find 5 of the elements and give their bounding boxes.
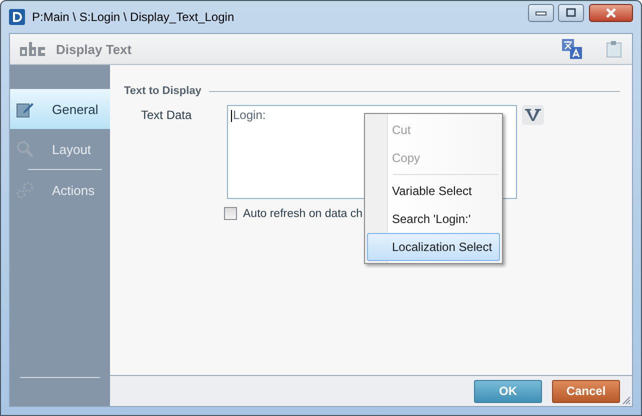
- window-title: P:Main \ S:Login \ Display_Text_Login: [32, 10, 234, 24]
- group-title: Text to Display: [124, 85, 202, 97]
- field-label: Text Data: [140, 107, 193, 122]
- checkbox-label: Auto refresh on data ch: [243, 208, 363, 220]
- header-title: Display Text: [56, 42, 132, 56]
